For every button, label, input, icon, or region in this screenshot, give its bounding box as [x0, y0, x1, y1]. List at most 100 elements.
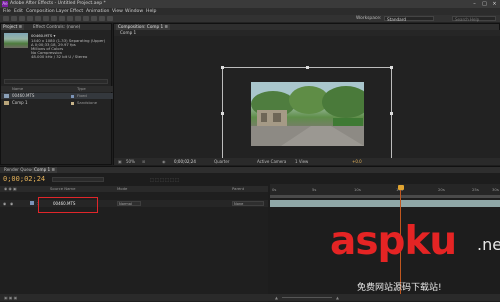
menu-bar: File Edit Composition Layer Effect Anima… — [0, 8, 500, 15]
composition-icon — [4, 101, 9, 105]
tab-render-queue[interactable]: Render Queue — [2, 167, 36, 173]
exposure-value[interactable]: +0.0 — [352, 158, 362, 165]
tools-toolbar: Workspace: Standard Search Help — [0, 15, 500, 23]
view-layout-select[interactable]: 1 View — [295, 158, 308, 165]
audio-speaker-icon[interactable]: ◉ — [10, 201, 13, 207]
grid-icon[interactable]: ⊞ — [142, 158, 145, 165]
ruler-tick-label: 10s — [354, 187, 361, 192]
camera-select[interactable]: Active Camera — [257, 158, 286, 165]
ruler-tick-label: 25s — [472, 187, 479, 192]
item-type: Fixed — [77, 93, 87, 98]
ruler-tick-label: 0s — [272, 187, 277, 192]
label-swatch[interactable] — [30, 201, 34, 205]
menu-animation[interactable]: Animation — [86, 8, 109, 15]
resize-handle[interactable] — [390, 112, 393, 115]
project-tabstrip: Project ≡ Effect Controls: (none) — [1, 24, 111, 30]
item-type: Sandstone — [77, 100, 98, 105]
layer-parent-select[interactable]: None — [232, 201, 264, 206]
zoom-out-icon[interactable]: ▲ — [275, 295, 278, 301]
window-title: Adobe After Effects - Untitled Project.a… — [10, 1, 106, 6]
watermark-tld: .net — [477, 235, 500, 254]
zoom-in-icon[interactable]: ▲ — [336, 295, 339, 301]
highlight-box — [38, 197, 98, 213]
visibility-eye-icon[interactable]: ◉ — [3, 201, 6, 207]
magnification-select[interactable]: 50% — [126, 158, 135, 165]
time-ruler[interactable]: 0s 5s 10s 15s 20s 25s 30s — [270, 184, 500, 195]
close-icon[interactable]: × — [490, 1, 499, 7]
resize-handle[interactable] — [306, 66, 309, 69]
timeline-search-input[interactable] — [52, 177, 104, 182]
item-name: 00460.MTS — [12, 93, 35, 98]
menu-layer[interactable]: Layer — [56, 8, 69, 15]
timeline-tabstrip: Render Queue Comp 1 ≡ — [0, 167, 500, 173]
resize-handle[interactable] — [221, 66, 224, 69]
ruler-tick-label: 5s — [312, 187, 317, 192]
comp-mini-flowchart-icon[interactable]: ⬚ ⬚ ⬚ ⬚ ⬚ ⬚ — [150, 177, 179, 182]
snapshot-icon[interactable]: ◉ — [162, 158, 166, 165]
ruler-tick-label: 30s — [492, 187, 499, 192]
tab-project[interactable]: Project ≡ — [1, 24, 25, 30]
layer-duration-bar[interactable] — [270, 200, 500, 207]
tab-comp-1[interactable]: Comp 1 ≡ — [32, 167, 58, 173]
maximize-icon[interactable]: □ — [480, 1, 489, 7]
pen-tool-icon[interactable] — [59, 16, 65, 21]
pan-behind-tool-icon[interactable] — [43, 16, 49, 21]
tab-effect-controls[interactable]: Effect Controls: (none) — [31, 24, 82, 30]
clone-tool-icon[interactable] — [83, 16, 89, 21]
after-effects-logo-icon: Ae — [2, 1, 8, 7]
puppet-tool-icon[interactable] — [107, 16, 113, 21]
resize-handle[interactable] — [390, 66, 393, 69]
rotate-tool-icon[interactable] — [27, 16, 33, 21]
playhead-handle-icon[interactable] — [398, 185, 404, 190]
watermark-logo: aspku — [330, 219, 457, 264]
project-panel: Project ≡ Effect Controls: (none) 00460.… — [0, 23, 113, 188]
menu-effect[interactable]: Effect — [70, 8, 83, 15]
menu-window[interactable]: Window — [125, 8, 143, 15]
title-bar: Ae Adobe After Effects - Untitled Projec… — [0, 0, 500, 8]
timeline-current-time[interactable]: 0;00;02;24 — [3, 175, 45, 183]
timeline-zoom-slider[interactable] — [282, 297, 332, 298]
brush-tool-icon[interactable] — [75, 16, 81, 21]
item-name: Comp 1 — [12, 100, 28, 105]
footage-thumbnail — [4, 33, 28, 48]
current-time-display[interactable]: 0;00;02;24 — [174, 158, 196, 165]
menu-composition[interactable]: Composition — [26, 8, 55, 15]
eraser-tool-icon[interactable] — [91, 16, 97, 21]
project-search-input[interactable] — [4, 79, 108, 84]
minimize-icon[interactable]: – — [470, 1, 479, 7]
camera-tool-icon[interactable] — [35, 16, 41, 21]
resolution-select[interactable]: Quarter — [214, 158, 229, 165]
project-column-header: Name Type — [1, 86, 113, 92]
selection-tool-icon[interactable] — [3, 16, 9, 21]
menu-help[interactable]: Help — [146, 8, 156, 15]
timeline-footer: ▣ ▣ ▣ ▲ ▲ — [0, 294, 500, 301]
menu-view[interactable]: View — [112, 8, 123, 15]
footage-meta-line: 48.000 kHz / 32 bit U / Stereo — [31, 54, 88, 59]
roto-brush-tool-icon[interactable] — [99, 16, 105, 21]
layer-mode-select[interactable]: Normal — [117, 201, 141, 206]
workspace-label: Workspace: — [356, 16, 382, 21]
type-tool-icon[interactable] — [67, 16, 73, 21]
column-name[interactable]: Name — [12, 86, 23, 92]
resize-handle[interactable] — [221, 112, 224, 115]
menu-edit[interactable]: Edit — [14, 8, 23, 15]
workspace-select[interactable]: Standard — [384, 16, 434, 22]
menu-file[interactable]: File — [3, 8, 11, 15]
always-preview-icon[interactable]: ▣ — [118, 158, 122, 165]
toggle-switches-icon[interactable]: ▣ ▣ ▣ — [4, 295, 17, 301]
column-type[interactable]: Type — [77, 86, 86, 92]
label-swatch[interactable] — [71, 102, 74, 105]
list-item[interactable]: 00460.MTS Fixed — [1, 93, 113, 99]
zoom-tool-icon[interactable] — [19, 16, 25, 21]
composition-panel: Composition: Comp 1 ≡ Comp 1 ▣ 50% ⊞ ◉ 0… — [113, 23, 500, 165]
rectangle-tool-icon[interactable] — [51, 16, 57, 21]
ruler-tick-label: 20s — [438, 187, 445, 192]
search-help-input[interactable]: Search Help — [452, 16, 496, 22]
composition-viewer[interactable] — [114, 36, 500, 161]
label-swatch[interactable] — [71, 95, 74, 98]
list-item[interactable]: Comp 1 Sandstone — [1, 100, 113, 106]
hand-tool-icon[interactable] — [11, 16, 17, 21]
street-scene-image — [251, 82, 364, 146]
work-area-bar[interactable] — [270, 195, 500, 198]
composition-footer: ▣ 50% ⊞ ◉ 0;00;02;24 Quarter Active Came… — [114, 158, 500, 165]
